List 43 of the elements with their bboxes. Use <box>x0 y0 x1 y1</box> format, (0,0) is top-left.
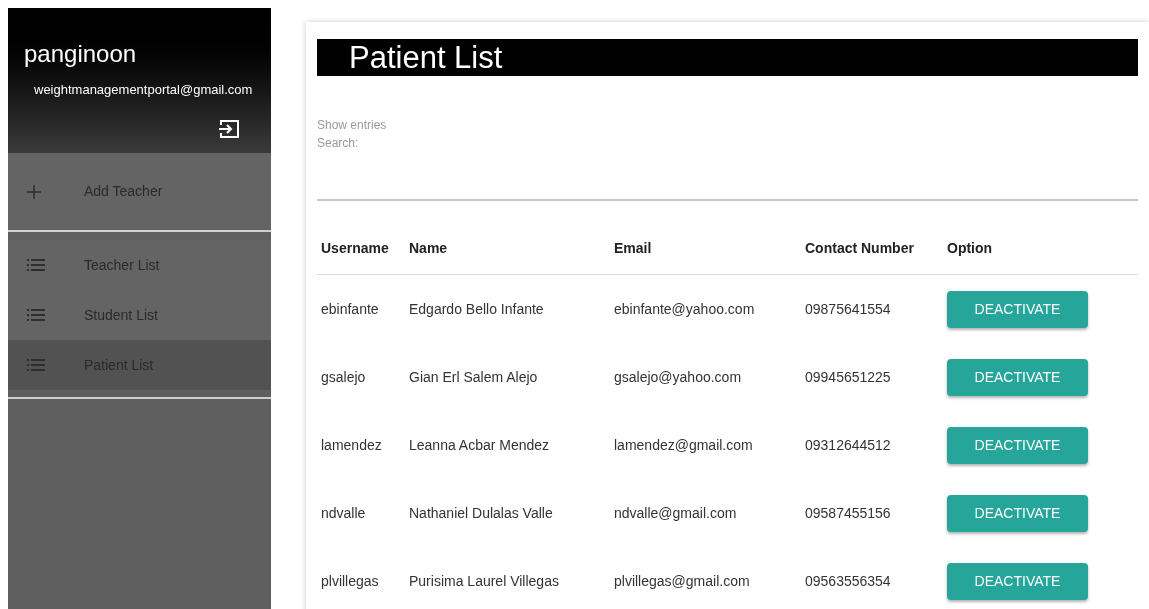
table-cell: Leanna Acbar Mendez <box>409 437 550 453</box>
table-cell: ebinfante@yahoo.com <box>614 301 755 317</box>
table-cell: plvillegas@gmail.com <box>614 573 750 589</box>
table-cell: lamendez <box>321 437 382 453</box>
user-email: weightmanagementportal@gmail.com <box>34 81 254 99</box>
sidebar-item[interactable]: Teacher List <box>8 240 271 290</box>
plus-icon <box>27 184 41 199</box>
deactivate-button[interactable]: DEACTIVATE <box>947 426 1088 464</box>
list-icon <box>27 359 45 371</box>
column-header: Contact Number <box>805 239 914 256</box>
deactivate-button[interactable]: DEACTIVATE <box>947 290 1088 328</box>
table-cell: ndvalle <box>321 505 366 521</box>
search-label: Search: <box>317 135 359 152</box>
logout-icon[interactable] <box>219 119 239 138</box>
table-cell: 09587455156 <box>805 505 891 521</box>
table-cell: ndvalle@gmail.com <box>614 505 737 521</box>
sidebar-item[interactable]: Add Teacher <box>8 153 271 232</box>
table-cell: Nathaniel Dulalas Valle <box>409 505 553 521</box>
table-cell: ebinfante <box>321 301 379 317</box>
table-cell: 09312644512 <box>805 437 891 453</box>
column-header: Option <box>947 239 993 256</box>
table-cell: Gian Erl Salem Alejo <box>409 369 538 385</box>
deactivate-button[interactable]: DEACTIVATE <box>947 358 1088 396</box>
deactivate-button[interactable]: DEACTIVATE <box>947 562 1088 600</box>
table-cell: plvillegas <box>321 573 379 589</box>
table-cell: 09563556354 <box>805 573 891 589</box>
column-header: Name <box>409 239 448 256</box>
page-title: Patient List <box>349 42 503 73</box>
table-cell: gsalejo <box>321 369 366 385</box>
show-entries-label: Show entries <box>317 117 387 134</box>
table-cell: gsalejo@yahoo.com <box>614 369 742 385</box>
table-cell: Purisima Laurel Villegas <box>409 573 559 589</box>
column-header: Email <box>614 239 652 256</box>
table-cell: 09875641554 <box>805 301 891 317</box>
column-header: Username <box>321 239 389 256</box>
sidebar-item[interactable]: Student List <box>8 290 271 340</box>
table-cell: 09945651225 <box>805 369 891 385</box>
table-cell: lamendez@gmail.com <box>614 437 753 453</box>
user-name: panginoon <box>24 40 138 68</box>
list-icon <box>27 259 45 271</box>
table-cell: Edgardo Bello Infante <box>409 301 544 317</box>
deactivate-button[interactable]: DEACTIVATE <box>947 494 1088 532</box>
list-icon <box>27 309 45 321</box>
